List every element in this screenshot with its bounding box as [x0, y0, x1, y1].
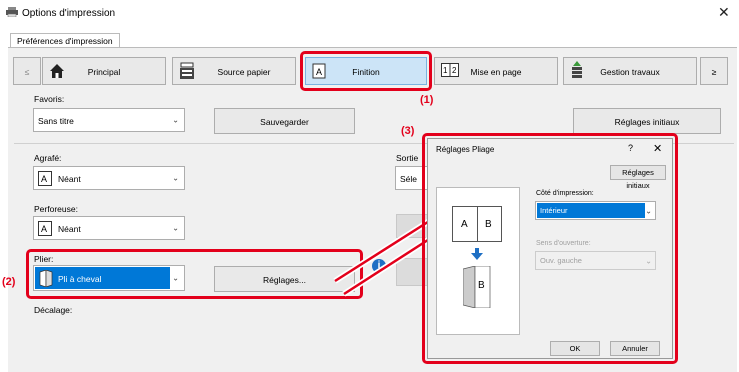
- callout-box-3: [422, 133, 678, 364]
- callout-label-3: (3): [401, 125, 415, 137]
